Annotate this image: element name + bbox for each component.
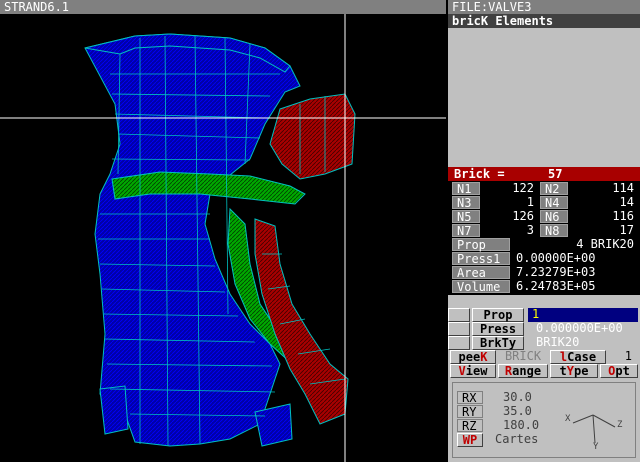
node-label: N1: [452, 182, 480, 196]
window-title: STRAND6.1: [0, 0, 446, 14]
rx-value: 30.0: [503, 390, 532, 404]
file-name: FILE:VALVE3: [448, 0, 640, 14]
brkty-button[interactable]: BrkTy: [472, 336, 524, 350]
rx-label[interactable]: RX: [457, 391, 483, 405]
prop-toggle[interactable]: [448, 308, 470, 322]
node-label: N3: [452, 196, 480, 210]
peek-hotkey: K: [480, 350, 488, 364]
axis-y-label: Y: [593, 442, 599, 449]
peek-text: pee: [458, 350, 481, 364]
node-value: 1: [526, 195, 534, 209]
red-upper-block: [269, 93, 356, 180]
node-label: N7: [452, 224, 480, 238]
view-rotation-panel: RX 30.0 RY 35.0 RZ 180.0 WP Cartes X Z Y: [452, 382, 636, 458]
peek-button[interactable]: peeK: [450, 350, 496, 364]
type-text: pe: [574, 364, 589, 378]
range-text: ange: [512, 364, 542, 378]
wp-value: Cartes: [495, 432, 539, 446]
type-text-pre: t: [559, 364, 567, 378]
brick-label: Brick =: [454, 167, 505, 181]
wp-button[interactable]: WP: [457, 433, 483, 447]
brick-mode[interactable]: BRICK: [498, 350, 548, 364]
prop-label: Prop: [452, 238, 510, 252]
ry-label[interactable]: RY: [457, 405, 483, 419]
node-label: N5: [452, 210, 480, 224]
wp-hotkey: W: [462, 433, 470, 447]
press-button[interactable]: Press: [472, 322, 524, 336]
range-button[interactable]: Range: [498, 364, 548, 378]
node-value: 126: [512, 209, 534, 223]
prop-label: Press1: [452, 252, 510, 266]
node-value: 3: [526, 223, 534, 237]
node-label: N6: [540, 210, 568, 224]
axis-x-label: X: [565, 414, 571, 424]
model-viewport[interactable]: [0, 14, 446, 462]
opt-button[interactable]: Opt: [600, 364, 638, 378]
view-text: iew: [465, 364, 488, 378]
view-button[interactable]: View: [450, 364, 496, 378]
mesh-drawing: [0, 14, 446, 462]
axis-z-label: Z: [617, 420, 623, 430]
prop-label: Volume: [452, 280, 510, 294]
node-value: 114: [612, 181, 634, 195]
node-value: 14: [619, 195, 634, 209]
prop-button[interactable]: Prop: [472, 308, 524, 322]
brkty-toggle[interactable]: [448, 336, 470, 350]
press-toggle[interactable]: [448, 322, 470, 336]
node-value: 17: [619, 223, 634, 237]
prop-value: 7.23279E+03: [516, 265, 596, 279]
rz-value: 180.0: [503, 418, 540, 432]
node-grid: N1 122 N2 114 N3 1 N4 14 N5 126 N6 116 N…: [448, 181, 640, 238]
prop-value: 4 BRIK20: [576, 237, 634, 251]
type-hotkey: Y: [566, 364, 574, 378]
wp-text: P: [470, 433, 478, 447]
prop-value: 6.24783E+05: [516, 279, 596, 293]
opt-text: pt: [615, 364, 630, 378]
prop-input[interactable]: 1: [528, 308, 638, 322]
lcase-text: Case: [567, 350, 597, 364]
ry-value: 35.0: [503, 404, 532, 418]
prop-value: 0.00000E+00: [516, 251, 596, 265]
view-hotkey: V: [458, 364, 466, 378]
type-button[interactable]: tYpe: [550, 364, 598, 378]
blue-bottom-right-tab: [254, 403, 293, 447]
node-label: N2: [540, 182, 568, 196]
brick-selection-bar: Brick = 57: [448, 167, 640, 181]
rz-label[interactable]: RZ: [457, 419, 483, 433]
node-label: N4: [540, 196, 568, 210]
lcase-value: 1: [608, 350, 638, 364]
node-label: N8: [540, 224, 568, 238]
properties-list: Prop 4 BRIK20 Press1 0.00000E+00 Area 7.…: [448, 237, 640, 295]
node-value: 122: [512, 181, 534, 195]
brkty-value: BRIK20: [536, 335, 580, 349]
panel-title: bricK Elements: [448, 14, 640, 28]
blue-bottom-left-tab: [99, 385, 129, 435]
lcase-button[interactable]: lCase: [550, 350, 606, 364]
axis-triad-icon: X Z Y: [565, 414, 623, 449]
prop-label: Area: [452, 266, 510, 280]
brick-number: 57: [548, 167, 563, 181]
press-value: 0.000000E+00: [536, 321, 623, 335]
node-value: 116: [612, 209, 634, 223]
